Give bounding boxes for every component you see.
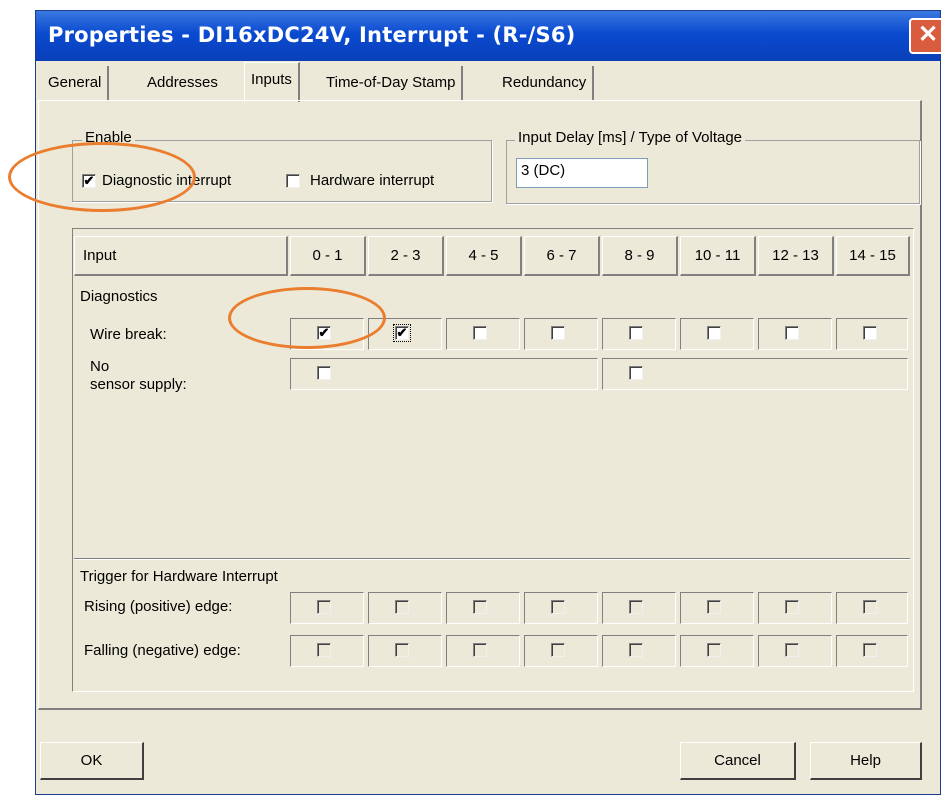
falling-edge-cell <box>602 635 676 667</box>
section-divider <box>74 558 910 560</box>
cancel-button[interactable]: Cancel <box>680 742 796 780</box>
wire-break-cell <box>680 318 754 350</box>
help-button[interactable]: Help <box>810 742 922 780</box>
falling-edge-checkbox[interactable] <box>629 643 643 657</box>
column-header: 6 - 7 <box>524 236 600 276</box>
rising-edge-checkbox[interactable] <box>785 600 799 614</box>
rising-edge-cell <box>602 592 676 624</box>
no-sensor-supply-cell <box>602 358 908 390</box>
falling-edge-cell <box>368 635 442 667</box>
falling-edge-checkbox[interactable] <box>395 643 409 657</box>
column-header: 14 - 15 <box>836 236 910 276</box>
rising-edge-checkbox[interactable] <box>473 600 487 614</box>
falling-edge-checkbox[interactable] <box>551 643 565 657</box>
column-header: 10 - 11 <box>680 236 756 276</box>
column-header-input: Input <box>74 236 288 276</box>
column-header: 8 - 9 <box>602 236 678 276</box>
wire-break-checkbox[interactable] <box>707 326 721 340</box>
wire-break-cell <box>524 318 598 350</box>
tab-general[interactable]: General <box>42 66 110 100</box>
column-header: 2 - 3 <box>368 236 444 276</box>
rising-edge-cell <box>290 592 364 624</box>
falling-edge-checkbox[interactable] <box>863 643 877 657</box>
wire-break-checkbox[interactable] <box>629 326 643 340</box>
rising-edge-checkbox[interactable] <box>317 600 331 614</box>
rising-edge-cell <box>446 592 520 624</box>
wire-break-label: Wire break: <box>90 326 167 343</box>
input-delay-field[interactable]: 3 (DC) <box>516 158 648 188</box>
ok-button[interactable]: OK <box>40 742 144 780</box>
no-sensor-supply-label-line1: No <box>90 358 110 375</box>
wire-break-checkbox[interactable] <box>863 326 877 340</box>
falling-edge-checkbox[interactable] <box>317 643 331 657</box>
checkmark-icon: ✔ <box>396 325 408 340</box>
falling-edge-checkbox[interactable] <box>707 643 721 657</box>
falling-edge-cell <box>836 635 908 667</box>
dialog-title: Properties - DI16xDC24V, Interrupt - (R-… <box>48 23 576 47</box>
tab-inputs[interactable]: Inputs <box>244 62 300 102</box>
no-sensor-supply-label-line2: sensor supply: <box>90 376 187 393</box>
falling-edge-cell <box>680 635 754 667</box>
rising-edge-cell <box>836 592 908 624</box>
hardware-interrupt-checkbox[interactable] <box>286 174 300 188</box>
column-header: 12 - 13 <box>758 236 834 276</box>
falling-edge-checkbox[interactable] <box>785 643 799 657</box>
trigger-section-label: Trigger for Hardware Interrupt <box>80 568 278 585</box>
wire-break-checkbox[interactable] <box>473 326 487 340</box>
rising-edge-checkbox[interactable] <box>707 600 721 614</box>
no-sensor-supply-checkbox[interactable] <box>317 366 331 380</box>
falling-edge-cell <box>446 635 520 667</box>
no-sensor-supply-checkbox[interactable] <box>629 366 643 380</box>
wire-break-cell <box>836 318 908 350</box>
rising-edge-checkbox[interactable] <box>395 600 409 614</box>
rising-edge-label: Rising (positive) edge: <box>84 598 233 615</box>
falling-edge-label: Falling (negative) edge: <box>84 642 241 659</box>
tab-addresses[interactable]: Addresses <box>141 66 224 100</box>
falling-edge-cell <box>524 635 598 667</box>
rising-edge-cell <box>368 592 442 624</box>
rising-edge-cell <box>680 592 754 624</box>
column-header: 4 - 5 <box>446 236 522 276</box>
rising-edge-checkbox[interactable] <box>629 600 643 614</box>
close-icon[interactable]: ✕ <box>909 18 941 54</box>
tab-time-of-day-stamp[interactable]: Time-of-Day Stamp <box>320 66 464 100</box>
tab-redundancy[interactable]: Redundancy <box>496 66 595 100</box>
rising-edge-cell <box>758 592 832 624</box>
falling-edge-checkbox[interactable] <box>473 643 487 657</box>
wire-break-checkbox[interactable] <box>785 326 799 340</box>
hardware-interrupt-label: Hardware interrupt <box>310 172 435 189</box>
no-sensor-supply-cell <box>290 358 598 390</box>
wire-break-cell <box>446 318 520 350</box>
wire-break-cell <box>602 318 676 350</box>
diagnostics-section-label: Diagnostics <box>80 288 158 305</box>
rising-edge-checkbox[interactable] <box>551 600 565 614</box>
highlight-ring-enable <box>8 142 196 212</box>
rising-edge-cell <box>524 592 598 624</box>
title-bar[interactable]: Properties - DI16xDC24V, Interrupt - (R-… <box>36 11 940 61</box>
highlight-ring-wire-break <box>228 287 386 349</box>
falling-edge-cell <box>290 635 364 667</box>
wire-break-cell <box>758 318 832 350</box>
wire-break-checkbox[interactable]: ✔ <box>393 324 411 342</box>
column-header: 0 - 1 <box>290 236 366 276</box>
falling-edge-cell <box>758 635 832 667</box>
input-delay-legend: Input Delay [ms] / Type of Voltage <box>515 129 746 146</box>
wire-break-checkbox[interactable] <box>551 326 565 340</box>
rising-edge-checkbox[interactable] <box>863 600 877 614</box>
